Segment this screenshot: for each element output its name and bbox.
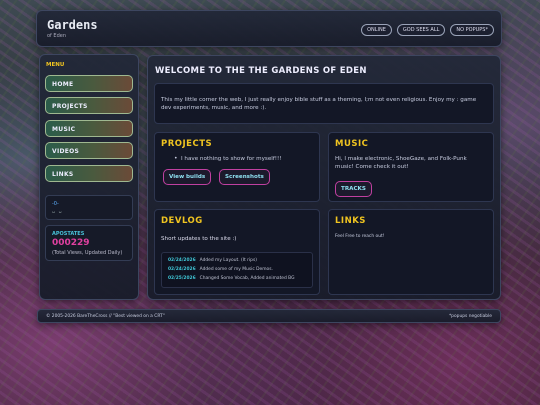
apostates-count: 000229 [52, 238, 90, 248]
music-title: MUSIC [335, 139, 369, 149]
site-title: Gardens [47, 18, 98, 32]
projects-section: PROJECTS • I have nothing to show for my… [154, 132, 320, 202]
menu-label: MENU [46, 62, 65, 68]
apostates-counter: APOSTATES 000229 (Total Views, Updated D… [45, 225, 133, 261]
devlog-text: Added some of my Music Demos. [199, 267, 273, 272]
view-builds-button[interactable]: View builds [163, 169, 212, 185]
devlog-section: DEVLOG Short updates to the site :) 02/2… [154, 209, 320, 295]
tracks-button[interactable]: TRACKS [335, 181, 372, 197]
main-content: WELCOME TO THE THE GARDENS OF EDEN This … [147, 55, 501, 300]
kaomoji-line2: ᴗ ᴗ [52, 209, 63, 215]
music-section: MUSIC Hi, I make electronic, ShoeGaze, a… [328, 132, 494, 202]
links-text: Feel Free to reach out! [335, 234, 385, 239]
screenshots-button[interactable]: Screenshots [219, 169, 270, 185]
header-badges: ONLINE GOD SEES ALL NO POPUPS* [361, 24, 494, 36]
devlog-date: 02/24/2026 [168, 258, 196, 263]
bullet-icon: • [174, 155, 178, 162]
kaomoji-box: -0- ᴗ ᴗ [45, 195, 133, 220]
apostates-note: (Total Views, Updated Daily) [52, 250, 123, 256]
projects-title: PROJECTS [161, 139, 213, 149]
devlog-entry: 02/24/2026 Added some of my Music Demos. [168, 267, 273, 272]
devlog-subtitle: Short updates to the site :) [161, 236, 237, 242]
site-footer: © 2005-2026 BareTheCross // "Best viewed… [37, 309, 501, 323]
site-subtitle: of Eden [47, 33, 66, 39]
devlog-date: 02/24/2026 [168, 267, 196, 272]
site-header: Gardens of Eden ONLINE GOD SEES ALL NO P… [36, 10, 502, 47]
nav-videos-button[interactable]: VIDEOS [45, 142, 133, 159]
welcome-title: WELCOME TO THE THE GARDENS OF EDEN [155, 66, 367, 76]
music-text: Hi, I make electronic, ShoeGaze, and Fol… [335, 156, 467, 170]
footer-copyright: © 2005-2026 BareTheCross // "Best viewed… [46, 314, 165, 319]
badge-god-sees-all: GOD SEES ALL [396, 24, 446, 36]
badge-online: ONLINE [361, 24, 392, 36]
projects-bullet: I have nothing to show for myself!!! [181, 156, 282, 162]
links-title: LINKS [335, 216, 366, 226]
intro-box: This my little corner the web, I just re… [154, 83, 494, 124]
apostates-label: APOSTATES [52, 231, 85, 237]
devlog-title: DEVLOG [161, 216, 203, 226]
devlog-entry: 02/24/2026 Added my Layout. (It rips) [168, 258, 257, 263]
sidebar: MENU HOME PROJECTS MUSIC VIDEOS LINKS -0… [39, 54, 139, 300]
nav-links-button[interactable]: LINKS [45, 165, 133, 182]
kaomoji-line1: -0- [52, 201, 59, 207]
devlog-text: Changed Some Vocab, Added animated BG [199, 276, 295, 281]
nav-home-button[interactable]: HOME [45, 75, 133, 92]
devlog-text: Added my Layout. (It rips) [199, 258, 257, 263]
devlog-entry: 02/25/2026 Changed Some Vocab, Added anim… [168, 276, 295, 281]
devlog-list: 02/24/2026 Added my Layout. (It rips) 02/… [161, 252, 313, 288]
badge-no-popups: NO POPUPS* [450, 24, 494, 36]
nav-music-button[interactable]: MUSIC [45, 120, 133, 137]
devlog-date: 02/25/2026 [168, 276, 196, 281]
nav-projects-button[interactable]: PROJECTS [45, 97, 133, 114]
intro-text: This my little corner the web, I just re… [161, 97, 477, 111]
links-section: LINKS Feel Free to reach out! [328, 209, 494, 295]
footer-note: *popups negotiable [448, 314, 492, 319]
